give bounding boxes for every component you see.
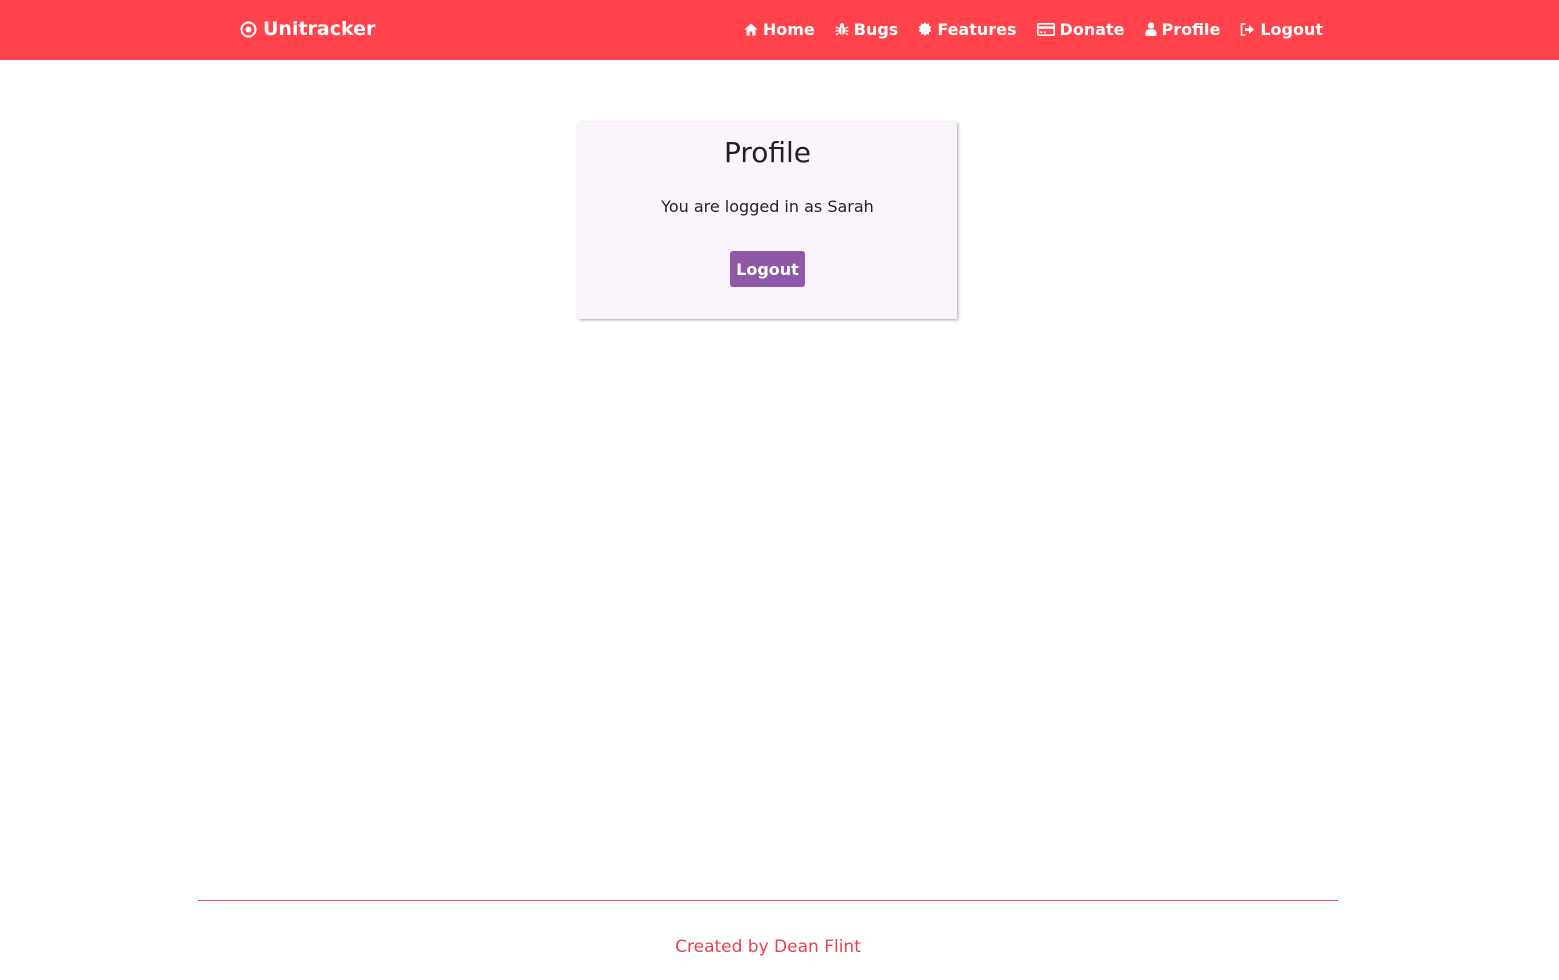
footer-divider <box>198 900 1338 901</box>
home-icon <box>744 23 758 36</box>
footer-credit: Created by Dean Flint <box>675 937 861 957</box>
user-icon <box>1145 22 1157 36</box>
target-icon <box>240 21 257 38</box>
logout-button[interactable]: Logout <box>730 251 805 287</box>
page-title: Profile <box>723 136 812 169</box>
nav-item-features[interactable]: Features <box>918 19 1017 39</box>
nav-item-features-label: Features <box>937 19 1017 39</box>
bug-icon <box>835 22 849 36</box>
nav-item-home-label: Home <box>762 19 815 39</box>
top-navbar: Unitracker Home Bugs Features Donate Pro… <box>0 0 1559 60</box>
credit-card-icon <box>1036 22 1055 36</box>
log-out-icon <box>1240 22 1255 36</box>
brand-label: Unitracker <box>263 18 376 40</box>
nav-item-bugs[interactable]: Bugs <box>835 19 899 39</box>
main-nav: Home Bugs Features Donate Profile Logout <box>744 17 1323 41</box>
profile-card: Profile You are logged in as Sarah Logou… <box>578 122 957 319</box>
nav-item-bugs-label: Bugs <box>853 19 899 39</box>
logged-in-message: You are logged in as Sarah <box>661 197 874 216</box>
nav-item-profile[interactable]: Profile <box>1145 19 1221 39</box>
nav-item-donate[interactable]: Donate <box>1036 19 1125 39</box>
nav-item-profile-label: Profile <box>1161 19 1221 39</box>
certificate-icon <box>918 22 932 36</box>
nav-item-logout-label: Logout <box>1260 19 1323 39</box>
nav-item-logout[interactable]: Logout <box>1240 20 1323 39</box>
nav-item-home[interactable]: Home <box>744 20 815 39</box>
brand-link[interactable]: Unitracker <box>240 16 375 42</box>
nav-item-donate-label: Donate <box>1059 19 1125 39</box>
